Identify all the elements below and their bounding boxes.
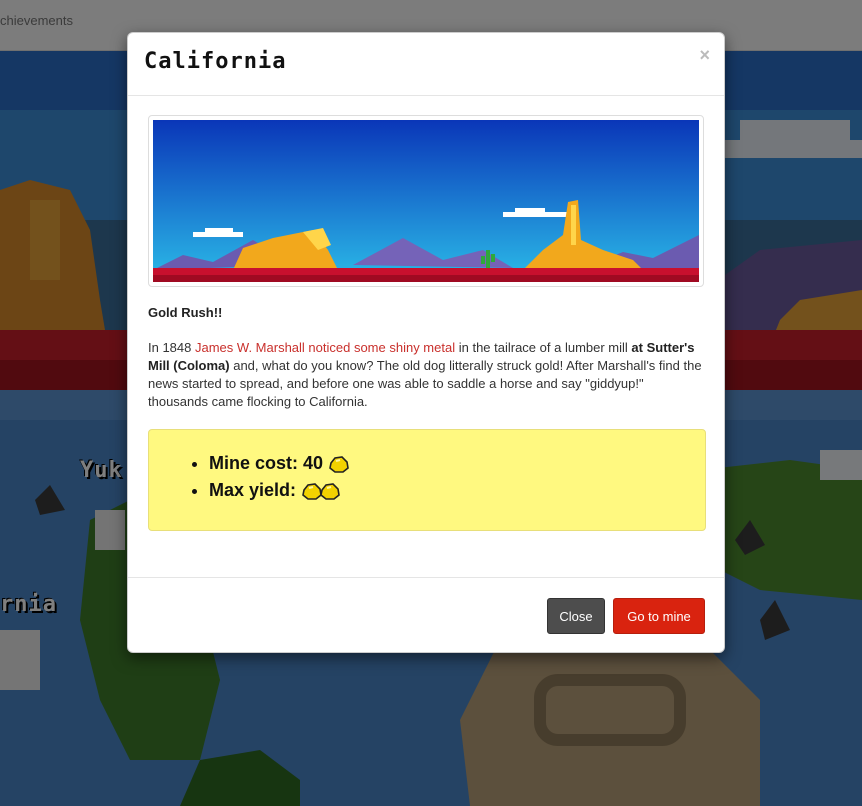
marshall-link[interactable]: James W. Marshall noticed some shiny met… [195, 340, 455, 355]
mine-stats-panel: Mine cost: 40 Max yield: [148, 429, 706, 531]
close-icon[interactable]: × [699, 45, 710, 66]
modal-footer: Close Go to mine [128, 577, 724, 654]
max-yield-item: Max yield: [209, 477, 705, 504]
event-description: In 1848 James W. Marshall noticed some s… [148, 339, 706, 411]
desert-landscape-image [153, 120, 699, 282]
modal-title: California [144, 49, 287, 74]
modal-header: California × [128, 33, 724, 96]
gold-nugget-icon [329, 456, 349, 474]
max-yield-label: Max yield: [209, 480, 297, 500]
modal-body: Gold Rush!! In 1848 James W. Marshall no… [148, 115, 706, 531]
close-button[interactable]: Close [547, 598, 605, 634]
story-intro: In 1848 [148, 340, 195, 355]
event-heading: Gold Rush!! [148, 305, 223, 320]
go-to-mine-button[interactable]: Go to mine [613, 598, 705, 634]
gold-nugget-icon [320, 483, 340, 501]
location-modal: California × Gold Rush!! In 1848 James W… [127, 32, 725, 653]
story-mid: in the tailrace of a lumber mill [455, 340, 632, 355]
story-rest: and, what do you know? The old dog litte… [148, 358, 702, 409]
mine-cost-label: Mine cost: 40 [209, 453, 324, 473]
location-banner-frame [148, 115, 704, 287]
mine-cost-item: Mine cost: 40 [209, 450, 705, 477]
